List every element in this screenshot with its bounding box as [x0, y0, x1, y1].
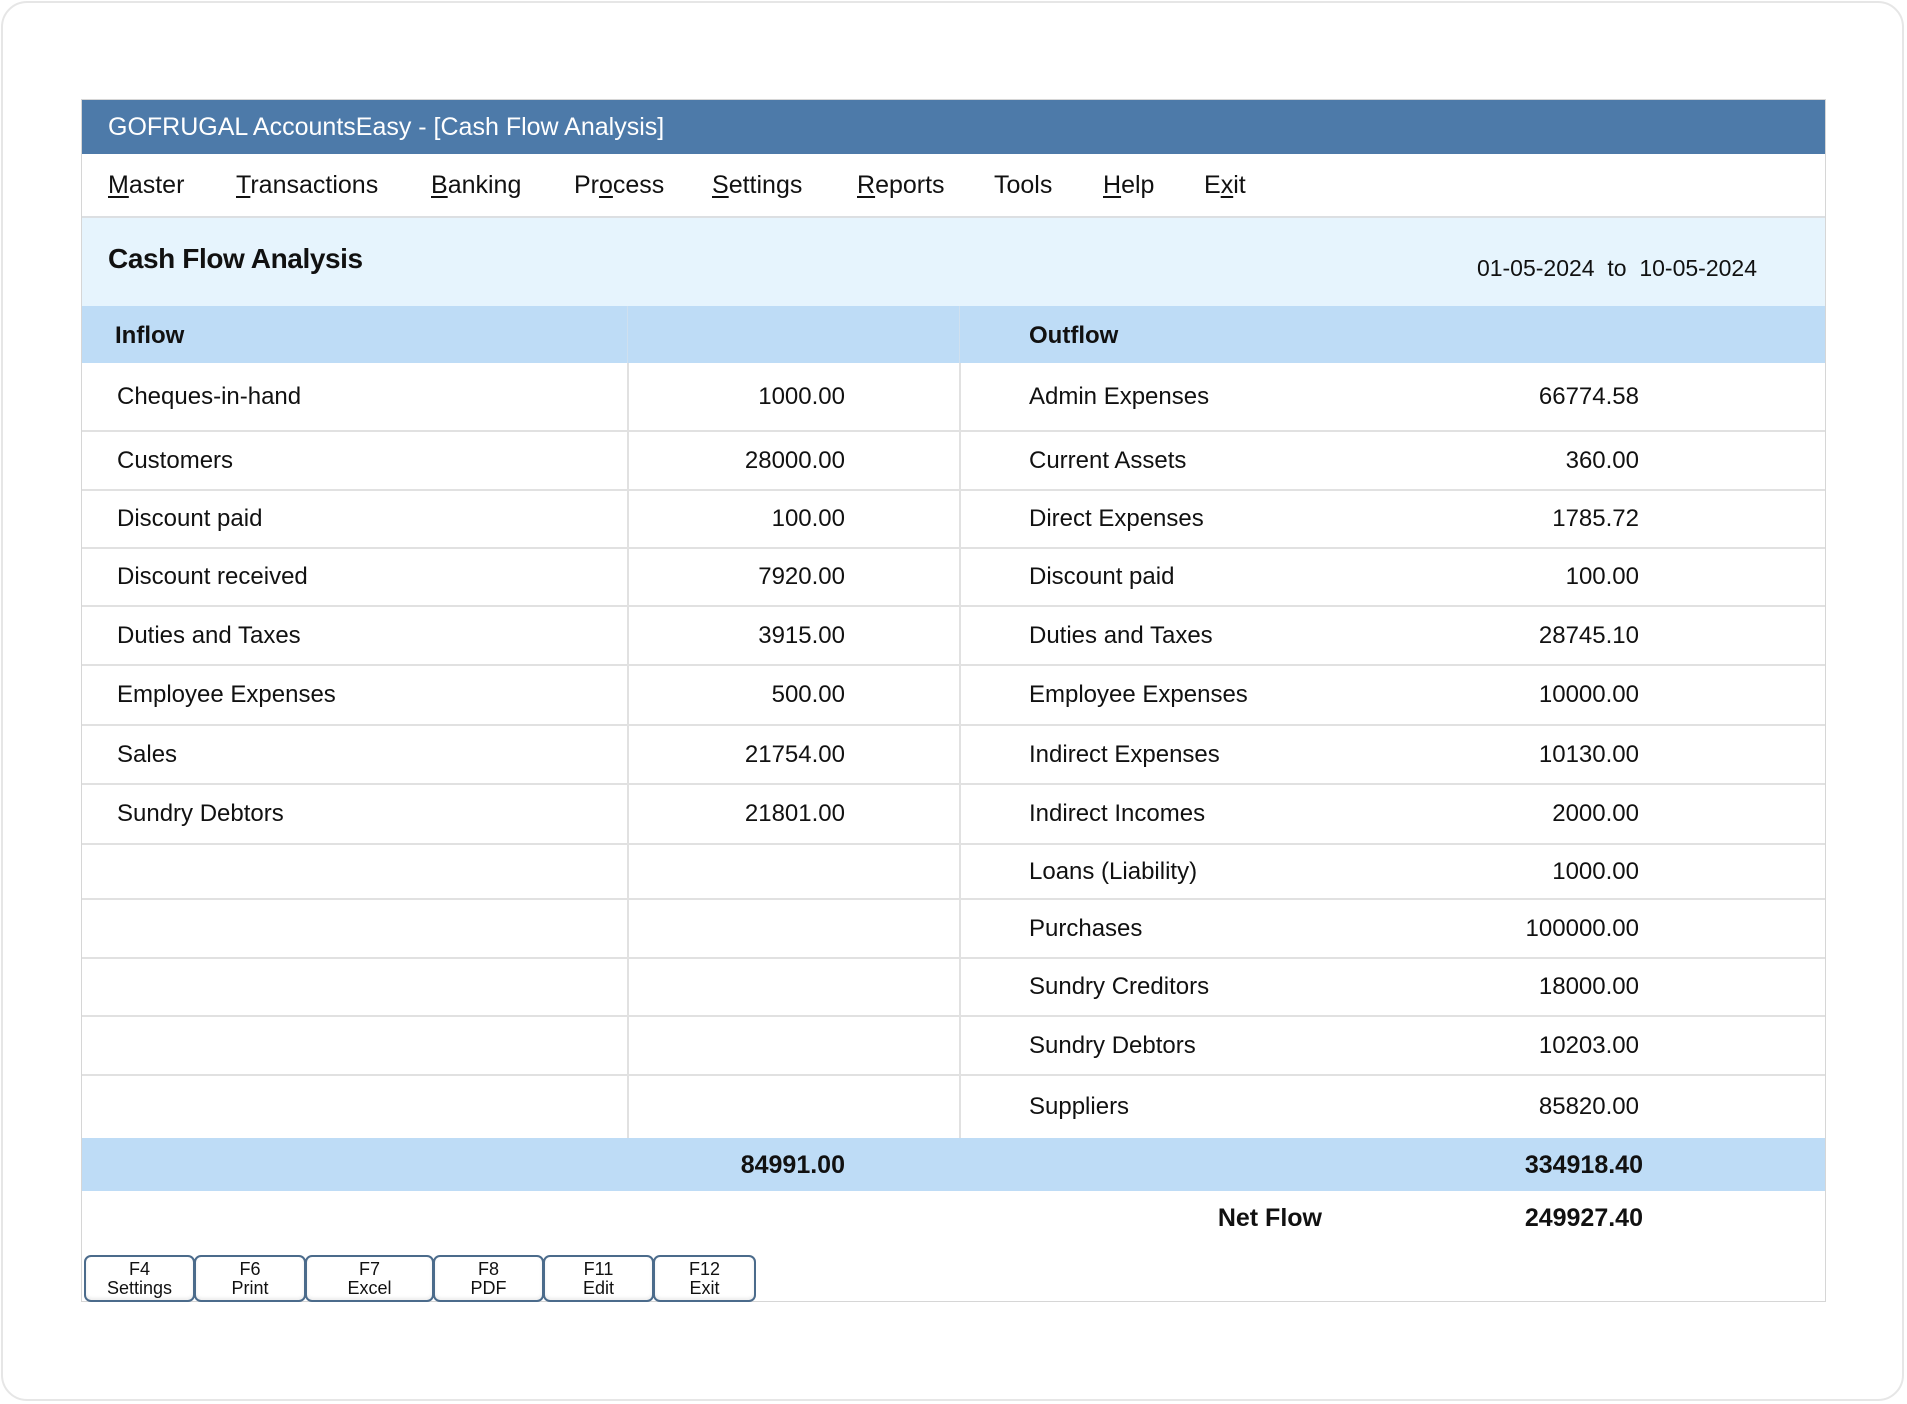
- outflow-label: Loans (Liability): [1029, 857, 1198, 885]
- outflow-label: Duties and Taxes: [1029, 621, 1213, 649]
- menu-settings[interactable]: Settings: [712, 171, 802, 200]
- outflow-label: Sundry Creditors: [1029, 973, 1210, 1000]
- column-divider: [627, 306, 628, 363]
- table-row[interactable]: Sundry Debtors 21801.00 Indirect Incomes 20…: [82, 785, 1825, 845]
- inflow-total: 84991.00: [740, 1151, 845, 1179]
- menu-tools[interactable]: Tools: [994, 171, 1052, 200]
- outflow-value: 28745.10: [1538, 621, 1639, 649]
- outflow-label: Indirect Expenses: [1029, 740, 1220, 768]
- menu-banking[interactable]: Banking: [431, 171, 521, 200]
- table-row[interactable]: Sundry Creditors 18000.00: [82, 959, 1825, 1017]
- table-row[interactable]: Suppliers 85820.00: [82, 1076, 1825, 1138]
- inflow-label: Discount paid: [117, 505, 263, 532]
- table-row[interactable]: Discount paid 100.00 Direct Expenses 1785.7…: [82, 491, 1825, 549]
- outflow-label: Purchases: [1029, 914, 1143, 942]
- inflow-label: Duties and Taxes: [117, 621, 301, 649]
- f12-exit-button[interactable]: F12 Exit: [653, 1255, 756, 1302]
- table-row[interactable]: Cheques-in-hand 1000.00 Admin Expenses 6677…: [82, 363, 1825, 432]
- menu-reports[interactable]: Reports: [857, 171, 945, 200]
- outflow-header: Outflow: [1029, 322, 1119, 349]
- date-to: 10-05-2024: [1639, 255, 1757, 281]
- inflow-value: 1000.00: [758, 382, 845, 410]
- net-flow-label: Net Flow: [1217, 1204, 1322, 1232]
- outflow-value: 2000.00: [1552, 800, 1639, 827]
- cash-flow-table: Cheques-in-hand 1000.00 Admin Expenses 6677…: [82, 363, 1825, 1138]
- outflow-label: Suppliers: [1029, 1093, 1130, 1120]
- table-row[interactable]: Sales 21754.00 Indirect Expenses 10130.00: [82, 726, 1825, 785]
- date-range: 01-05-2024 to 10-05-2024: [1477, 255, 1757, 282]
- inflow-value: 7920.00: [758, 563, 845, 590]
- column-divider: [627, 363, 629, 1138]
- outflow-value: 10130.00: [1538, 740, 1639, 768]
- column-header-row: Inflow Outflow: [82, 306, 1825, 363]
- outflow-value: 85820.00: [1538, 1093, 1639, 1120]
- inflow-value: 100.00: [771, 505, 845, 532]
- table-row[interactable]: Loans (Liability) 1000.00: [82, 845, 1825, 900]
- title-bar: GOFRUGAL AccountsEasy - [Cash Flow Analy…: [82, 100, 1825, 154]
- outflow-value: 10203.00: [1538, 1031, 1639, 1059]
- outflow-label: Employee Expenses: [1029, 681, 1248, 708]
- inflow-value: 28000.00: [744, 446, 845, 474]
- f7-excel-button[interactable]: F7 Excel: [305, 1255, 434, 1302]
- table-row[interactable]: Duties and Taxes 3915.00 Duties and Taxes 2…: [82, 607, 1825, 666]
- table-row[interactable]: Employee Expenses 500.00 Employee Expenses…: [82, 666, 1825, 726]
- report-header: Cash Flow Analysis 01-05-2024 to 10-05-2…: [82, 218, 1825, 306]
- outflow-label: Direct Expenses: [1029, 505, 1204, 532]
- inflow-header: Inflow: [115, 322, 185, 349]
- inflow-value: 21754.00: [744, 740, 845, 768]
- table-row[interactable]: Sundry Debtors 10203.00: [82, 1017, 1825, 1076]
- inflow-label: Discount received: [117, 563, 308, 590]
- column-divider: [959, 306, 960, 363]
- report-title: Cash Flow Analysis: [108, 243, 363, 274]
- inflow-value: 500.00: [771, 681, 845, 708]
- app-window: GOFRUGAL AccountsEasy - [Cash Flow Analy…: [81, 99, 1826, 1302]
- outflow-value: 1785.72: [1552, 505, 1639, 532]
- outflow-label: Discount paid: [1029, 563, 1175, 590]
- menu-master[interactable]: Master: [108, 171, 184, 200]
- f8-pdf-button[interactable]: F8 PDF: [433, 1255, 544, 1302]
- window-title: GOFRUGAL AccountsEasy - [Cash Flow Analy…: [108, 113, 665, 141]
- outflow-value: 10000.00: [1538, 681, 1639, 708]
- inflow-label: Sales: [117, 740, 178, 768]
- net-flow-value: 249927.40: [1524, 1204, 1643, 1232]
- table-row[interactable]: Discount received 7920.00 Discount paid 100…: [82, 549, 1825, 607]
- outflow-label: Current Assets: [1029, 446, 1187, 474]
- inflow-value: 3915.00: [758, 621, 845, 649]
- totals-row: 84991.00 334918.40: [82, 1138, 1825, 1191]
- inflow-label: Cheques-in-hand: [117, 382, 302, 410]
- menu-bar: Master Transactions Banking Process Sett…: [82, 154, 1825, 218]
- outflow-label: Indirect Incomes: [1029, 800, 1206, 827]
- outflow-value: 18000.00: [1538, 973, 1639, 1000]
- menu-exit[interactable]: Exit: [1204, 171, 1246, 200]
- date-separator: to: [1607, 255, 1627, 281]
- inflow-label: Employee Expenses: [117, 681, 336, 708]
- outflow-total: 334918.40: [1524, 1151, 1643, 1179]
- menu-help[interactable]: Help: [1103, 171, 1154, 200]
- inflow-label: Sundry Debtors: [117, 800, 284, 827]
- inflow-label: Customers: [117, 446, 234, 474]
- table-row[interactable]: Purchases 100000.00: [82, 900, 1825, 959]
- column-divider: [959, 363, 961, 1138]
- table-row[interactable]: Customers 28000.00 Current Assets 360.00: [82, 432, 1825, 491]
- f4-settings-button[interactable]: F4 Settings: [84, 1255, 195, 1302]
- f6-print-button[interactable]: F6 Print: [194, 1255, 306, 1302]
- outflow-label: Admin Expenses: [1029, 382, 1210, 410]
- outflow-value: 100.00: [1565, 563, 1639, 590]
- net-flow-row: Net Flow 249927.40: [82, 1191, 1825, 1249]
- menu-process[interactable]: Process: [574, 171, 664, 200]
- outflow-value: 360.00: [1565, 446, 1639, 474]
- f11-edit-button[interactable]: F11 Edit: [543, 1255, 654, 1302]
- outflow-value: 1000.00: [1552, 857, 1639, 885]
- date-from: 01-05-2024: [1476, 255, 1595, 281]
- inflow-value: 21801.00: [744, 800, 845, 827]
- menu-transactions[interactable]: Transactions: [236, 171, 378, 200]
- outflow-value: 100000.00: [1525, 914, 1639, 942]
- outflow-label: Sundry Debtors: [1029, 1031, 1196, 1059]
- outflow-value: 66774.58: [1538, 382, 1639, 410]
